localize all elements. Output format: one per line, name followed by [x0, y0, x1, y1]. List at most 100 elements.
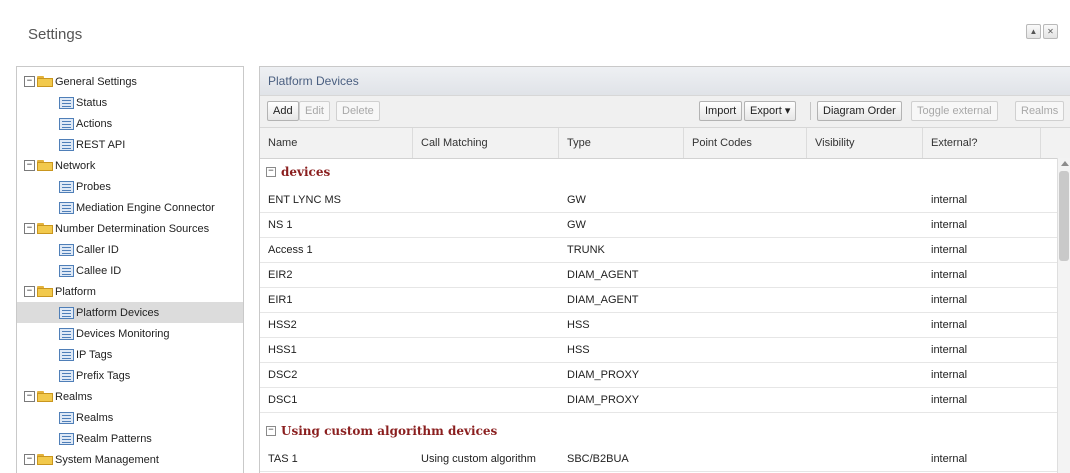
cell-call-matching — [413, 238, 559, 262]
cell-visibility — [807, 447, 923, 471]
folder-icon — [37, 160, 53, 171]
tree-item-label: REST API — [76, 138, 126, 151]
scroll-up-icon[interactable] — [1061, 161, 1069, 166]
cell-external: internal — [931, 294, 968, 306]
settings-page-icon — [59, 180, 74, 193]
table-row[interactable]: EIR1 DIAM_AGENT internal — [260, 288, 1057, 313]
tree-item-label: Devices Monitoring — [76, 327, 170, 340]
cell-type: SBC/B2BUA — [567, 453, 629, 465]
scrollbar-thumb[interactable] — [1059, 171, 1069, 261]
table-row[interactable]: NS 1 GW internal — [260, 213, 1057, 238]
cell-point-codes — [684, 388, 807, 412]
group-header[interactable]: − Using custom algorithm devices — [260, 417, 1057, 445]
vertical-scrollbar[interactable] — [1057, 158, 1070, 473]
cell-type: GW — [567, 194, 586, 206]
table-row[interactable]: HSS1 HSS internal — [260, 338, 1057, 363]
settings-page-icon — [59, 96, 74, 109]
close-icon[interactable]: ✕ — [1043, 24, 1058, 39]
cell-name: DSC2 — [268, 369, 298, 381]
tree-item-actions[interactable]: Actions — [17, 113, 243, 134]
cell-visibility — [807, 213, 923, 237]
collapse-group-icon[interactable]: − — [266, 426, 276, 436]
column-header-type[interactable]: Type — [559, 128, 684, 158]
add-button[interactable]: Add — [267, 101, 299, 121]
settings-page-icon — [59, 411, 74, 424]
tree-item-label: Realms — [55, 390, 93, 403]
cell-call-matching — [413, 263, 559, 287]
settings-page-icon — [59, 138, 74, 151]
window-title: Settings — [28, 26, 83, 43]
table-row[interactable]: EIR2 DIAM_AGENT internal — [260, 263, 1057, 288]
cell-visibility — [807, 288, 923, 312]
cell-point-codes — [684, 447, 807, 471]
import-button[interactable]: Import — [699, 101, 743, 121]
cell-call-matching — [413, 188, 559, 212]
tree-item-mediation-engine-connector[interactable]: Mediation Engine Connector — [17, 197, 243, 218]
column-header-name[interactable]: Name — [260, 128, 413, 158]
cell-point-codes — [684, 338, 807, 362]
table-row[interactable]: ENT LYNC MS GW internal — [260, 188, 1057, 213]
tree-item-label: System Management — [55, 453, 159, 466]
cell-name: NS 1 — [268, 219, 293, 231]
tree-item-realms[interactable]: Realms — [17, 407, 243, 428]
tree-item-callee-id[interactable]: Callee ID — [17, 260, 243, 281]
delete-button[interactable]: Delete — [336, 101, 380, 121]
cell-external: internal — [931, 269, 968, 281]
cell-point-codes — [684, 313, 807, 337]
tree-item-platform[interactable]: − Platform — [17, 281, 243, 302]
settings-page-icon — [59, 369, 74, 382]
collapse-toggle-icon[interactable]: − — [24, 223, 35, 234]
collapse-icon[interactable]: ▲ — [1026, 24, 1041, 39]
tree-item-ip-tags[interactable]: IP Tags — [17, 344, 243, 365]
table-row[interactable]: Access 1 TRUNK internal — [260, 238, 1057, 263]
table-row[interactable]: TAS 1 Using custom algorithm SBC/B2BUA inte… — [260, 447, 1057, 472]
table-row[interactable]: DSC1 DIAM_PROXY internal — [260, 388, 1057, 413]
column-header-visibility[interactable]: Visibility — [807, 128, 923, 158]
table-row[interactable]: HSS2 HSS internal — [260, 313, 1057, 338]
column-header-call-matching[interactable]: Call Matching — [413, 128, 559, 158]
group-title: devices — [281, 165, 331, 179]
collapse-toggle-icon[interactable]: − — [24, 391, 35, 402]
cell-external: internal — [931, 194, 968, 206]
group-title: Using custom algorithm devices — [281, 424, 498, 438]
tree-item-general-settings[interactable]: − General Settings — [17, 71, 243, 92]
realms-button[interactable]: Realms — [1015, 101, 1065, 121]
tree-item-realm-patterns[interactable]: Realm Patterns — [17, 428, 243, 449]
tree-item-label: Realm Patterns — [76, 432, 152, 445]
settings-page-icon — [59, 348, 74, 361]
cell-name: HSS2 — [268, 319, 297, 331]
export-dropdown[interactable]: Export ▾ — [744, 101, 797, 121]
tree-item-devices-monitoring[interactable]: Devices Monitoring — [17, 323, 243, 344]
collapse-toggle-icon[interactable]: − — [24, 286, 35, 297]
settings-page-icon — [59, 117, 74, 130]
cell-external: internal — [931, 369, 968, 381]
tree-item-number-determination-sources[interactable]: − Number Determination Sources — [17, 218, 243, 239]
collapse-toggle-icon[interactable]: − — [24, 160, 35, 171]
tree-item-realms[interactable]: − Realms — [17, 386, 243, 407]
tree-item-rest-api[interactable]: REST API — [17, 134, 243, 155]
diagram-order-button[interactable]: Diagram Order — [817, 101, 902, 121]
tree-item-platform-devices[interactable]: Platform Devices — [17, 302, 243, 323]
table-row[interactable]: DSC2 DIAM_PROXY internal — [260, 363, 1057, 388]
tree-item-caller-id[interactable]: Caller ID — [17, 239, 243, 260]
settings-page-icon — [59, 264, 74, 277]
edit-button[interactable]: Edit — [299, 101, 330, 121]
toolbar-separator — [810, 102, 811, 120]
tree-item-label: IP Tags — [76, 348, 113, 361]
settings-page-icon — [59, 201, 74, 214]
collapse-group-icon[interactable]: − — [266, 167, 276, 177]
tree-item-status[interactable]: Status — [17, 92, 243, 113]
collapse-toggle-icon[interactable]: − — [24, 76, 35, 87]
column-header-point-codes[interactable]: Point Codes — [684, 128, 807, 158]
tree-item-label: Status — [76, 96, 108, 109]
column-header-external[interactable]: External? — [923, 128, 1041, 158]
tree-item-probes[interactable]: Probes — [17, 176, 243, 197]
tree-item-network[interactable]: − Network — [17, 155, 243, 176]
folder-icon — [37, 391, 53, 402]
tree-item-prefix-tags[interactable]: Prefix Tags — [17, 365, 243, 386]
group-header[interactable]: − devices — [260, 158, 1057, 186]
tree-item-system-management[interactable]: − System Management — [17, 449, 243, 470]
cell-call-matching — [413, 338, 559, 362]
collapse-toggle-icon[interactable]: − — [24, 454, 35, 465]
toggle-external-button[interactable]: Toggle external — [911, 101, 998, 121]
